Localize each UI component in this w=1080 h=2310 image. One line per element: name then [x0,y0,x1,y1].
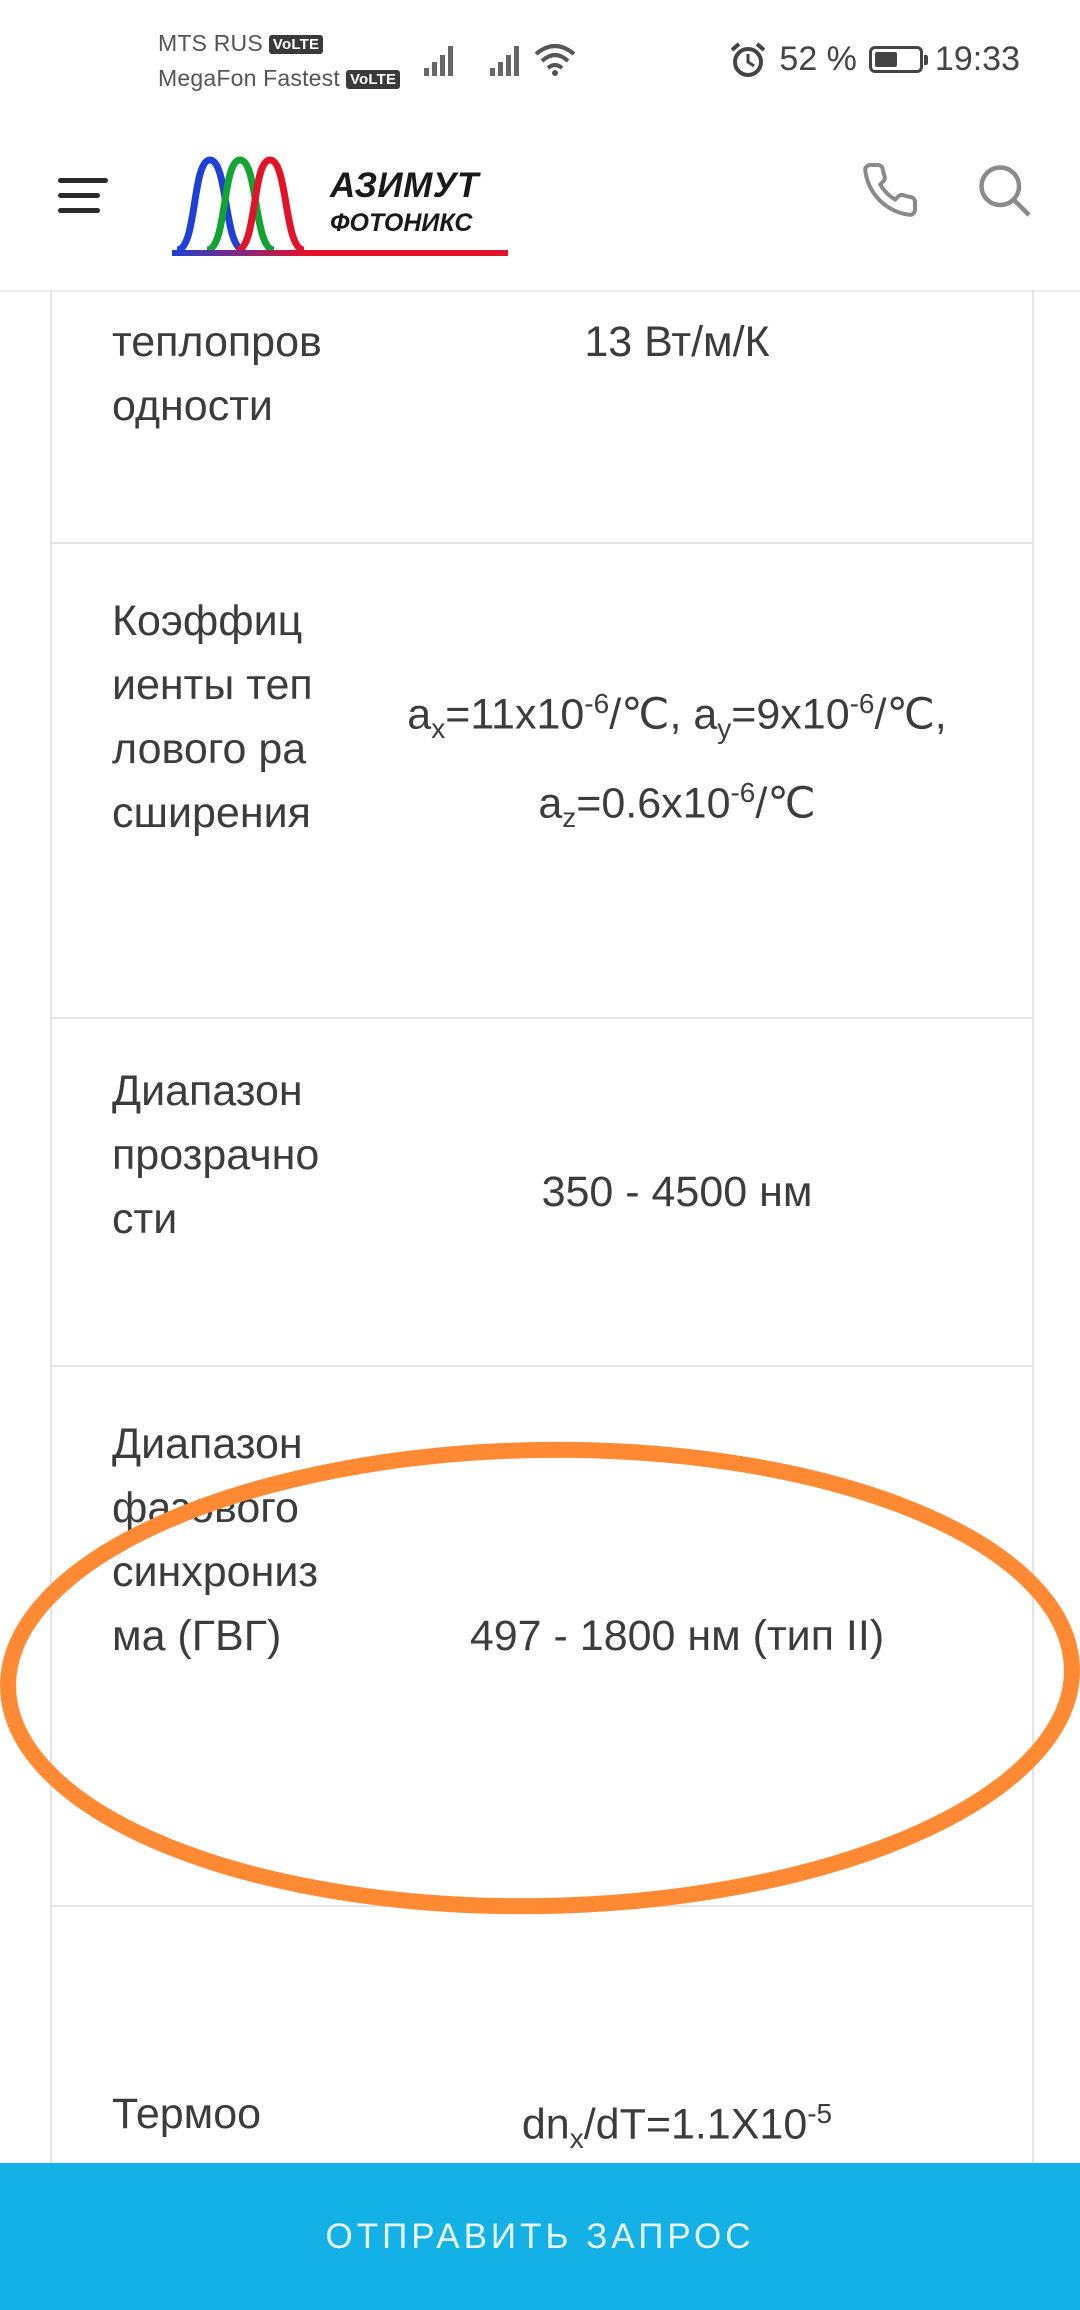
volte-badge-2: VoLTE [345,70,401,89]
carrier-megafon: MegaFon Fastest VoLTE [158,65,401,92]
battery-percent: 52 % [779,40,857,78]
logo-subtitle: ФОТОНИКС [330,209,473,237]
menu-icon[interactable] [58,178,108,218]
row-value: 350 - 4500 нм [541,1168,813,1216]
table-row: Диапазон фазового синхронизма (ГВГ) 497 … [52,1367,1032,1907]
table-row: Диапазон прозрачности 350 - 4500 нм [52,1019,1032,1367]
signal-icon [490,46,519,76]
alarm-icon [731,41,766,77]
row-label: Коэффициенты теплового расширения [112,597,313,837]
company-logo[interactable]: АЗИМУТ ФОТОНИКС [172,140,512,265]
search-icon[interactable] [974,160,1034,220]
site-header: АЗИМУТ ФОТОНИКС [0,120,1080,292]
signal-icon [424,46,453,76]
volte-badge-1: VoLTE [268,35,324,54]
table-row: Коэффициенты теплового расширения ax=11x… [52,544,1032,1019]
status-right: 52 % 19:33 [729,40,1020,79]
logo-underline [172,250,508,256]
table-row: Термоо dnx/dT=1.1X10-5 [52,1907,1032,2207]
specs-table: теплопроводности 13 Вт/м/К Коэффициенты … [50,290,1034,2207]
status-bar: MTS RUS VoLTE MegaFon Fastest VoLTE 52 % 1… [0,0,1080,120]
row-label: Термоо [112,2090,262,2138]
carrier-mts: MTS RUS VoLTE [158,30,324,57]
logo-waves-icon [175,156,332,255]
battery-fill [874,52,897,67]
row-value: 497 - 1800 нм (тип II) [469,1612,885,1660]
send-request-button[interactable]: ОТПРАВИТЬ ЗАПРОС [0,2163,1080,2310]
wifi-icon [534,44,576,76]
row-label: Диапазон прозрачности [112,1067,320,1243]
clock: 19:33 [934,40,1020,78]
row-label: Диапазон фазового синхронизма (ГВГ) [112,1420,319,1660]
row-value: 13 Вт/м/К [584,318,770,366]
phone-icon[interactable] [860,160,920,220]
logo-title: АЗИМУТ [330,166,479,205]
row-value-thermooptic: dnx/dT=1.1X10-5 [521,2098,833,2154]
carrier-name-1: MTS RUS [158,30,263,56]
row-value-expansion: ax=11x10-6/℃, ay=9x10-6/℃, az=0.6x10-6/℃ [407,687,947,833]
carrier-name-2: MegaFon Fastest [158,65,340,91]
row-label: теплопроводности [112,318,322,430]
battery-icon [868,46,928,73]
table-row: теплопроводности 13 Вт/м/К [52,290,1032,544]
